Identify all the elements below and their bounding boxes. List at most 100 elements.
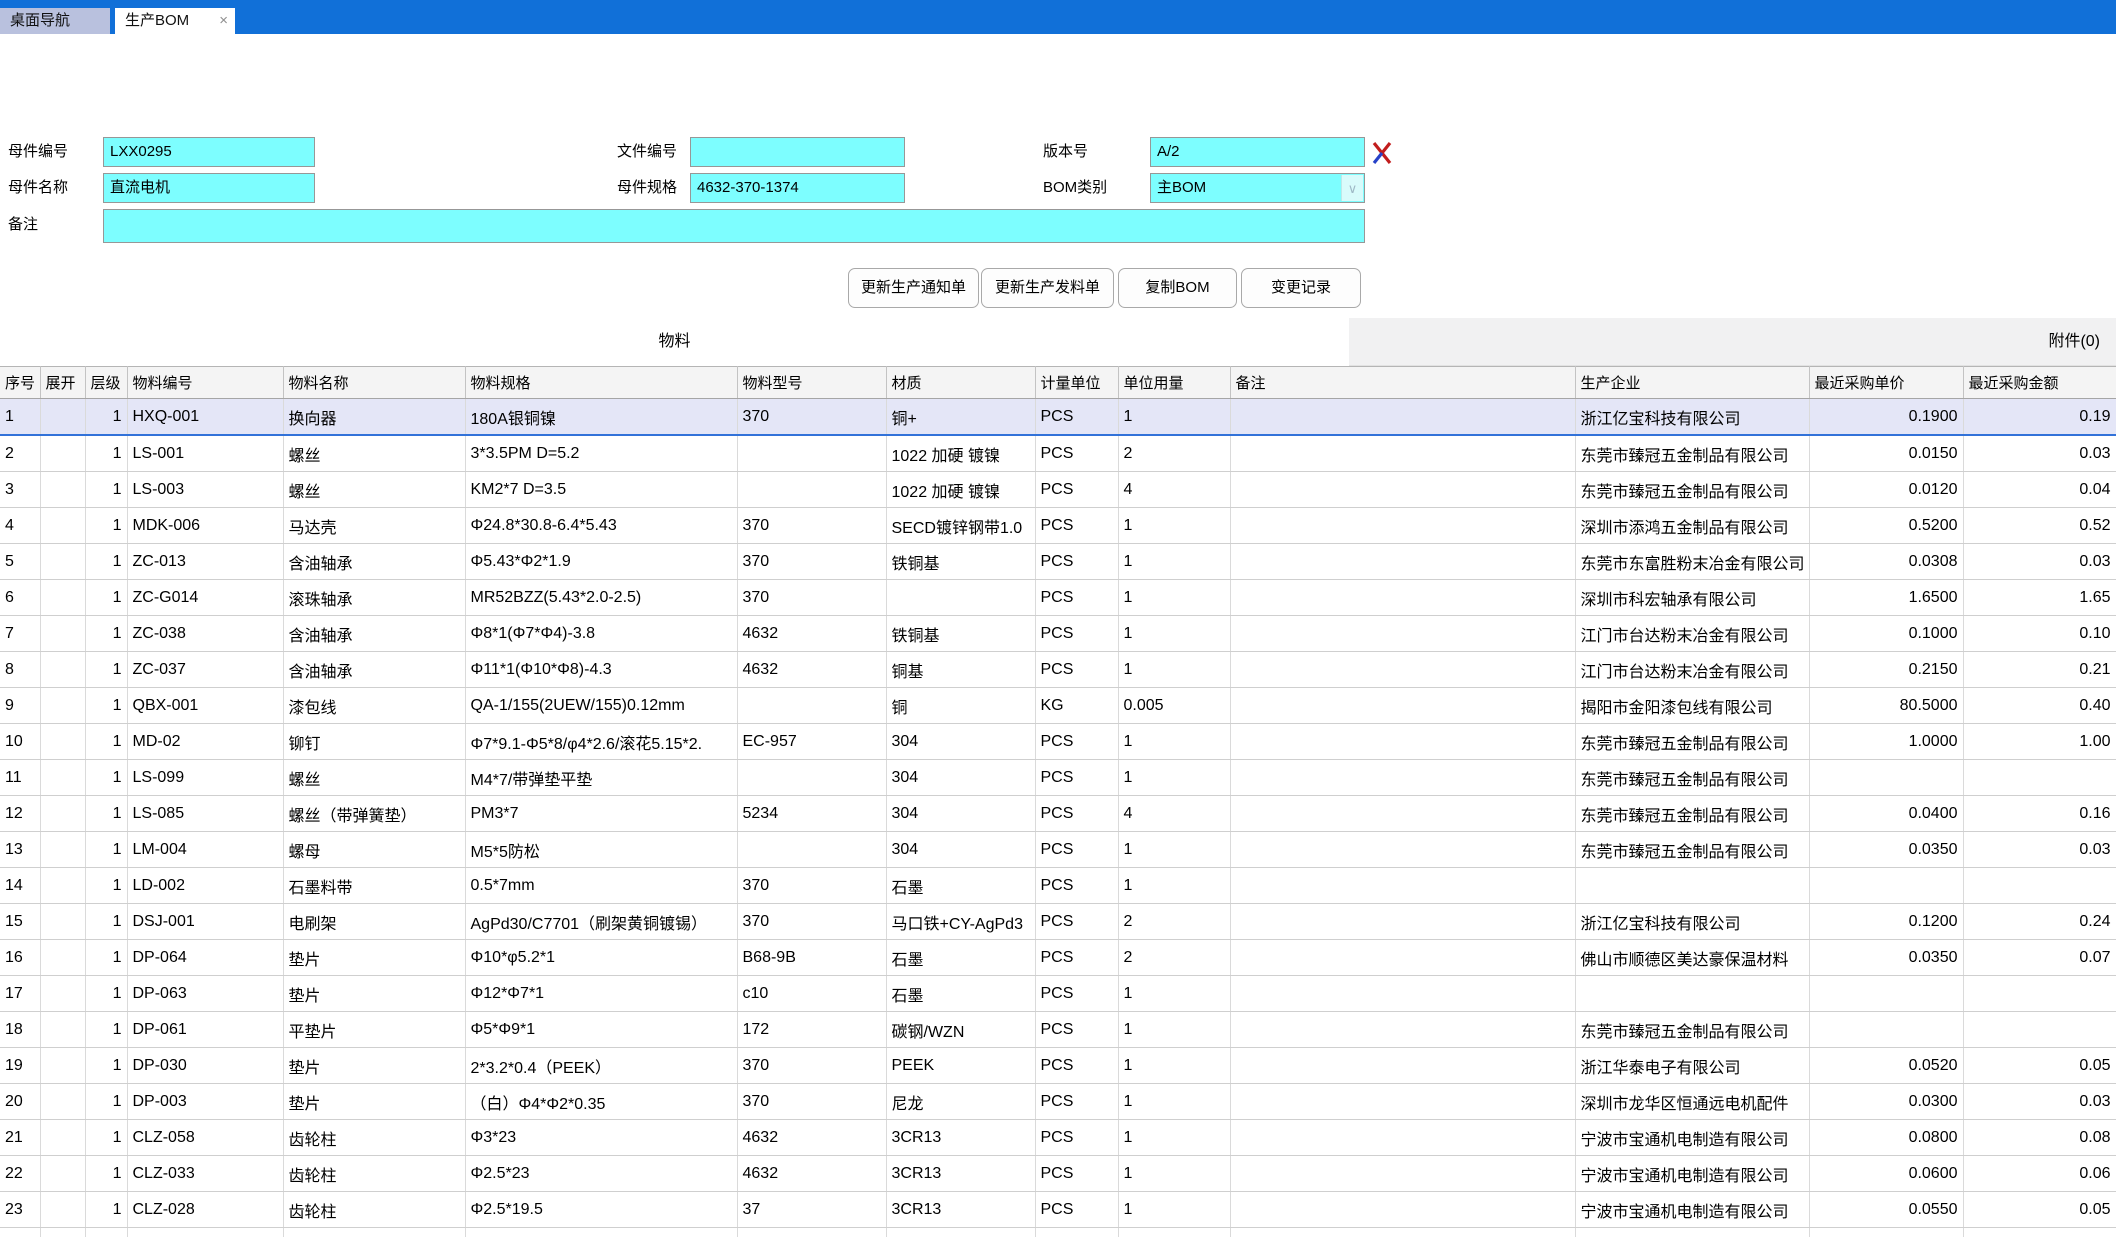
table-cell[interactable]: 0.05 [1963,1192,2116,1228]
table-cell[interactable]: 304 [886,724,1035,760]
table-cell[interactable] [40,976,85,1012]
table-cell[interactable] [1230,1048,1575,1084]
table-cell[interactable] [40,508,85,544]
table-cell[interactable]: 1 [1118,1120,1230,1156]
table-row[interactable]: 141LD-002石墨料带0.5*7mm370石墨PCS1 [0,868,2116,904]
table-cell[interactable]: 1 [1118,652,1230,688]
cut-icon[interactable] [1369,138,1395,168]
table-cell[interactable]: 1 [85,1120,127,1156]
table-row[interactable]: 121LS-085螺丝（带弹簧垫）PM3*75234304PCS4东莞市臻冠五金… [0,796,2116,832]
table-cell[interactable]: 10 [0,724,40,760]
table-cell[interactable]: Φ11*1(Φ10*Φ8)-4.3 [465,652,737,688]
table-cell[interactable]: 1 [85,796,127,832]
table-cell[interactable]: 180A银铜镍 [465,399,737,436]
update-production-issue-button[interactable]: 更新生产发料单 [981,268,1114,308]
table-cell[interactable]: 深圳市龙华区恒通远电机配件 [1575,1084,1809,1120]
table-cell[interactable]: 1.0000 [1809,724,1963,760]
table-cell[interactable] [1230,1228,1575,1237]
table-cell[interactable]: 5234 [737,796,886,832]
table-cell[interactable]: 14 [0,868,40,904]
table-cell[interactable]: 0.52 [1963,508,2116,544]
table-cell[interactable]: PM3*7 [465,796,737,832]
column-header[interactable]: 计量单位 [1035,367,1118,399]
table-cell[interactable]: 佛山市顺德区美达豪保温材料 [1575,940,1809,976]
table-cell[interactable]: 0.03 [1963,832,2116,868]
table-cell[interactable]: 6 [0,580,40,616]
table-cell[interactable]: 1 [85,904,127,940]
column-header[interactable]: 物料编号 [127,367,283,399]
table-cell[interactable]: 21 [0,1120,40,1156]
table-cell[interactable]: HXQ-001 [127,399,283,436]
table-cell[interactable] [1230,832,1575,868]
table-cell[interactable]: 1 [1118,508,1230,544]
table-cell[interactable] [283,1228,465,1237]
table-cell[interactable]: 37 [737,1192,886,1228]
table-cell[interactable]: 16 [0,940,40,976]
table-cell[interactable]: LM-004 [127,832,283,868]
table-cell[interactable]: 1 [1118,724,1230,760]
table-cell[interactable]: c10 [737,976,886,1012]
table-cell[interactable]: DP-063 [127,976,283,1012]
table-cell[interactable]: 深圳市科宏轴承有限公司 [1575,580,1809,616]
table-cell[interactable]: 11 [0,760,40,796]
table-cell[interactable]: LS-085 [127,796,283,832]
table-row[interactable]: 81ZC-037含油轴承Φ11*1(Φ10*Φ8)-4.34632铜基PCS1江… [0,652,2116,688]
table-cell[interactable]: PCS [1035,1048,1118,1084]
table-cell[interactable] [40,1156,85,1192]
table-cell[interactable]: 1022 加硬 镀镍 [886,435,1035,472]
table-row[interactable]: 241PCS1 [0,1228,2116,1237]
table-cell[interactable]: SECD镀锌钢带1.0 [886,508,1035,544]
table-row[interactable]: 151DSJ-001电刷架AgPd30/C7701（刷架黄铜镀锡）370马口铁+… [0,904,2116,940]
table-cell[interactable]: PCS [1035,616,1118,652]
table-cell[interactable] [40,435,85,472]
table-cell[interactable]: 1 [85,688,127,724]
column-header[interactable]: 展开 [40,367,85,399]
table-row[interactable]: 111LS-099螺丝M4*7/带弹垫平垫304PCS1东莞市臻冠五金制品有限公… [0,760,2116,796]
table-cell[interactable]: 1 [85,435,127,472]
table-cell[interactable] [40,1084,85,1120]
table-cell[interactable] [1230,616,1575,652]
table-row[interactable]: 11HXQ-001换向器180A银铜镍370铜+PCS1浙江亿宝科技有限公司0.… [0,399,2116,436]
table-cell[interactable]: 1 [85,1084,127,1120]
update-production-notice-button[interactable]: 更新生产通知单 [848,268,979,308]
table-cell[interactable]: 13 [0,832,40,868]
tab-attachments[interactable]: 附件(0) [1349,318,2116,366]
table-cell[interactable]: 0.0600 [1809,1156,1963,1192]
table-cell[interactable]: 铁铜基 [886,616,1035,652]
table-cell[interactable] [1230,796,1575,832]
table-cell[interactable] [1230,976,1575,1012]
table-cell[interactable]: PCS [1035,508,1118,544]
table-cell[interactable]: 滚珠轴承 [283,580,465,616]
table-cell[interactable]: 1 [1118,580,1230,616]
parent-code-field[interactable]: LXX0295 [103,137,315,167]
table-cell[interactable]: 1 [85,1192,127,1228]
table-cell[interactable]: 0.19 [1963,399,2116,436]
table-cell[interactable]: 4 [1118,472,1230,508]
table-cell[interactable] [1963,1012,2116,1048]
table-cell[interactable]: 平垫片 [283,1012,465,1048]
table-cell[interactable]: QA-1/155(2UEW/155)0.12mm [465,688,737,724]
table-cell[interactable]: 齿轮柱 [283,1156,465,1192]
table-cell[interactable]: 1 [1118,616,1230,652]
table-cell[interactable] [40,796,85,832]
table-cell[interactable]: CLZ-033 [127,1156,283,1192]
table-cell[interactable]: AgPd30/C7701（刷架黄铜镀锡） [465,904,737,940]
table-cell[interactable]: 1 [85,760,127,796]
table-cell[interactable]: 1022 加硬 镀镍 [886,472,1035,508]
table-row[interactable]: 31LS-003螺丝KM2*7 D=3.51022 加硬 镀镍PCS4东莞市臻冠… [0,472,2116,508]
table-row[interactable]: 181DP-061平垫片Φ5*Φ9*1172碳钢/WZNPCS1东莞市臻冠五金制… [0,1012,2116,1048]
table-cell[interactable] [1575,868,1809,904]
table-row[interactable]: 161DP-064垫片Φ10*φ5.2*1B68-9B石墨PCS2佛山市顺德区美… [0,940,2116,976]
table-cell[interactable] [40,724,85,760]
table-cell[interactable] [1230,688,1575,724]
table-cell[interactable] [40,472,85,508]
table-cell[interactable]: 12 [0,796,40,832]
table-cell[interactable]: 1 [85,976,127,1012]
table-cell[interactable]: 1 [0,399,40,436]
table-cell[interactable]: PCS [1035,976,1118,1012]
table-cell[interactable]: 3*3.5PM D=5.2 [465,435,737,472]
table-cell[interactable]: 370 [737,399,886,436]
table-cell[interactable]: PCS [1035,940,1118,976]
table-cell[interactable]: 1 [85,616,127,652]
column-header[interactable]: 物料规格 [465,367,737,399]
